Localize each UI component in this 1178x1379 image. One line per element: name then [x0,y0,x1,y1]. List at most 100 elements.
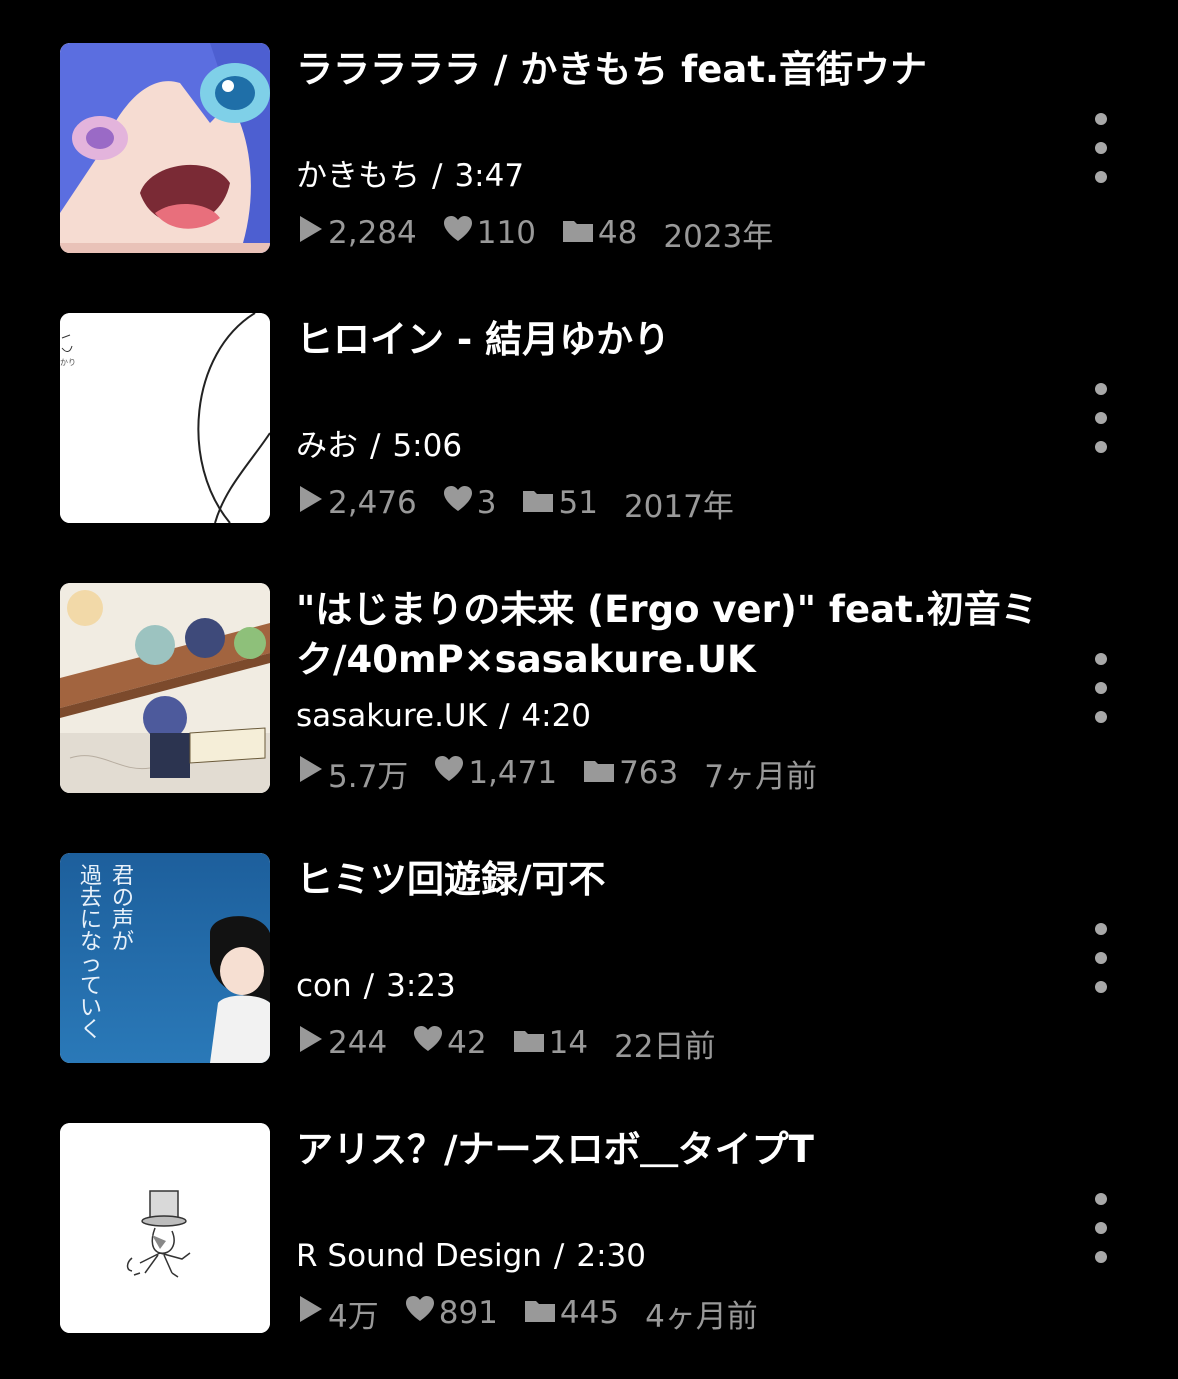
more-dot [1095,441,1107,453]
more-dot [1095,142,1107,154]
video-duration: 3:47 [454,158,525,194]
video-duration: 3:23 [386,968,456,1004]
heart-icon [405,1295,435,1331]
play-count-value: 2,284 [328,215,417,251]
heart-icon [413,1025,443,1061]
more-vertical-icon [1095,383,1107,395]
video-thumbnail[interactable] [60,1123,270,1333]
like-count: 1,471 [434,755,557,791]
mylist-count: 48 [562,215,637,251]
play-icon [298,1024,324,1062]
thumbnail-image [60,583,270,793]
more-dot [1095,952,1107,964]
meta-separator: / [432,158,443,194]
mylist-count-value: 14 [548,1025,589,1061]
mylist-count-value: 48 [597,215,638,251]
like-count: 110 [443,215,536,251]
play-count: 4万 [298,1291,379,1336]
more-options-button[interactable] [1086,1193,1116,1263]
upload-date: 4ヶ月前 [645,1298,758,1335]
thumbnail-image [60,1123,270,1333]
video-stats: 2,476 3 51 2017年 [298,483,760,525]
thumb-text-line: く [80,1018,102,1043]
video-list-item[interactable]: かり ヒロイン - 結月ゆかり みお / 5:06 2,476 3 51 2017年 [0,313,1178,525]
mylist-count: 51 [522,485,598,521]
play-icon [298,484,324,522]
video-list-item[interactable]: アリス？/ナースロボ＿タイプT R Sound Design / 2:30 4万 8… [0,1123,1178,1335]
like-count-value: 891 [438,1295,498,1331]
mylist-count: 445 [524,1295,619,1331]
play-count-value: 2,476 [328,485,417,521]
video-thumbnail[interactable]: かり [60,313,270,523]
more-options-button[interactable] [1086,113,1116,183]
folder-icon [562,215,594,251]
video-title[interactable]: ヒロイン - 結月ゆかり [296,315,1066,365]
video-stats: 2,284 110 48 2023年 [298,213,799,255]
video-title[interactable]: "はじまりの未来 (Ergo ver)" feat.初音ミク/40mP×sasa… [296,585,1066,685]
more-vertical-icon [1095,923,1107,935]
video-list-item[interactable]: ラララララ / かきもち feat.音街ウナ かきもち / 3:47 2,284 1… [0,43,1178,255]
more-dot [1095,711,1107,723]
video-duration: 4:20 [521,698,592,734]
video-duration: 2:30 [576,1238,646,1274]
play-icon [298,1294,324,1332]
more-options-button[interactable] [1086,653,1116,723]
upload-date: 22日前 [614,1028,716,1065]
thumbnail-image [60,43,270,253]
more-options-button[interactable] [1086,923,1116,993]
like-count-value: 110 [476,215,536,251]
video-meta: みお / 5:06 [296,426,462,466]
video-title[interactable]: ラララララ / かきもち feat.音街ウナ [296,45,1066,95]
meta-separator: / [370,428,381,464]
video-meta: かきもち / 3:47 [296,156,524,196]
mylist-count-value: 51 [558,485,598,521]
video-meta: sasakure.UK / 4:20 [296,696,591,736]
play-count: 2,476 [298,484,417,522]
heart-icon [434,755,464,791]
more-vertical-icon [1095,113,1107,125]
uploader-name[interactable]: かきもち [296,158,420,194]
play-count-value: 5.7万 [328,758,409,795]
upload-date: 2023年 [663,218,774,255]
uploader-name[interactable]: sasakure.UK [296,698,487,734]
more-options-button[interactable] [1086,383,1116,453]
meta-separator: / [498,698,510,734]
heart-icon [443,215,473,251]
more-vertical-icon [1095,653,1107,665]
more-dot [1095,171,1107,183]
video-thumbnail[interactable]: 君 の 声 が 過 去 に な っ て い く [60,853,270,1063]
video-list-item[interactable]: "はじまりの未来 (Ergo ver)" feat.初音ミク/40mP×sasa… [0,583,1178,795]
like-count-value: 3 [476,485,497,521]
like-count-value: 1,471 [468,755,558,791]
folder-icon [522,485,554,521]
video-title[interactable]: ヒミツ回遊録/可不 [296,855,1066,905]
video-stats: 4万 891 445 4ヶ月前 [298,1291,784,1336]
play-count: 2,284 [298,214,417,252]
video-thumbnail[interactable] [60,43,270,253]
video-title[interactable]: アリス？/ナースロボ＿タイプT [296,1125,1066,1175]
more-dot [1095,682,1107,694]
uploader-name[interactable]: みお [296,428,358,464]
video-meta: R Sound Design / 2:30 [296,1236,646,1276]
uploader-name[interactable]: R Sound Design [296,1238,542,1274]
mylist-count-value: 763 [619,755,679,791]
play-icon [298,754,324,792]
video-list-item[interactable]: 君 の 声 が 過 去 に な っ て い く ヒミツ回遊録/可不 con / 3:… [0,853,1178,1065]
like-count-value: 42 [447,1025,487,1061]
play-icon [298,214,324,252]
folder-icon [524,1295,556,1331]
more-dot [1095,412,1107,424]
more-dot [1095,1251,1107,1263]
thumbnail-image: 君 の 声 が 過 去 に な っ て い く [60,853,270,1063]
like-count: 42 [413,1025,487,1061]
meta-separator: / [553,1238,565,1274]
more-dot [1095,981,1107,993]
like-count: 3 [443,485,497,521]
video-meta: con / 3:23 [296,966,456,1006]
video-duration: 5:06 [392,428,463,464]
mylist-count: 763 [583,755,678,791]
upload-date: 2017年 [623,488,734,525]
play-count-value: 244 [328,1025,388,1061]
video-thumbnail[interactable] [60,583,270,793]
uploader-name[interactable]: con [296,968,352,1004]
